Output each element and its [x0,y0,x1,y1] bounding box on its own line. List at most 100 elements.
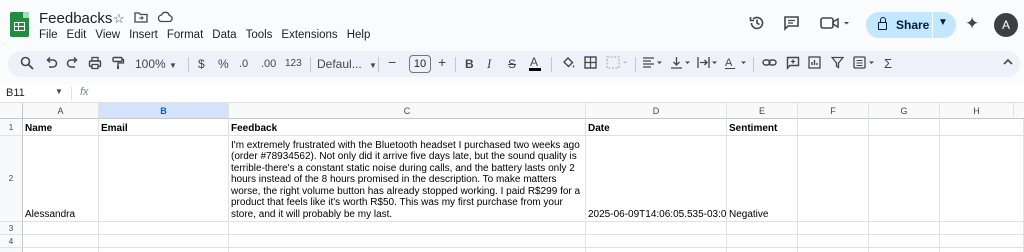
cell-e4[interactable] [727,235,798,248]
cell-d5[interactable] [586,248,727,252]
borders-icon[interactable] [584,56,597,73]
cell-f3[interactable] [798,222,869,235]
column-header-e[interactable]: E [727,103,798,119]
redo-icon[interactable] [66,56,80,74]
row-header-2[interactable]: 2 [0,136,23,222]
avatar[interactable]: A [994,13,1018,37]
cell-a3[interactable] [23,222,99,235]
cell-f4[interactable] [798,235,869,248]
comments-icon[interactable] [783,15,800,35]
cell-c4[interactable] [229,235,586,248]
cell-b5[interactable] [99,248,229,252]
cell-c2[interactable]: I'm extremely frustrated with the Blueto… [229,136,586,222]
more-formats-button[interactable]: 123 [285,56,302,72]
text-rotation-icon[interactable]: A [724,56,748,73]
menu-extensions[interactable]: Extensions [281,29,337,41]
cloud-saved-icon[interactable] [157,11,173,26]
italic-icon[interactable]: I [487,56,491,72]
name-box-caret-icon[interactable]: ▼ [55,87,63,96]
name-box[interactable]: B11 [6,87,25,99]
share-button[interactable]: Share ▼ [866,12,956,38]
insert-chart-icon[interactable] [808,56,821,73]
cell-a2[interactable]: Alessandra [23,136,99,222]
menu-file[interactable]: File [39,29,58,41]
cell-d4[interactable] [586,235,727,248]
font-family-select[interactable]: Defaul... ▼ [317,56,377,74]
insert-comment-icon[interactable] [786,56,800,74]
strikethrough-icon[interactable]: S [508,56,516,72]
row-header-3[interactable]: 3 [0,222,23,235]
cell-f1[interactable] [798,119,869,136]
meet-video-icon[interactable] [820,16,850,34]
cell-a5[interactable] [23,248,99,252]
column-header-c[interactable]: C [229,103,586,119]
column-header-b[interactable]: B [99,103,229,119]
cell-d1[interactable]: Date [586,119,727,136]
row-header-1[interactable]: 1 [0,119,23,136]
menu-data[interactable]: Data [212,29,236,41]
zoom-select[interactable]: 100% ▼ [135,56,177,74]
text-color-icon[interactable]: A [529,56,541,71]
cell-d3[interactable] [586,222,727,235]
cell-g3[interactable] [869,222,940,235]
cell-a1[interactable]: Name [23,119,99,136]
cell-b3[interactable] [99,222,229,235]
increase-font-size-icon[interactable]: + [438,54,446,70]
vertical-align-icon[interactable] [670,56,692,73]
row-header-5[interactable] [0,248,23,252]
currency-format-button[interactable]: $ [198,56,205,72]
percent-format-button[interactable]: % [218,56,229,72]
cell-b4[interactable] [99,235,229,248]
menu-view[interactable]: View [95,29,120,41]
horizontal-align-icon[interactable] [642,56,664,73]
cell-e3[interactable] [727,222,798,235]
cell-e2[interactable]: Negative [727,136,798,222]
decrease-font-size-icon[interactable]: − [388,54,396,70]
column-header-f[interactable]: F [798,103,869,119]
cell-f5[interactable] [798,248,869,252]
menu-format[interactable]: Format [167,29,203,41]
filter-views-icon[interactable] [853,56,877,73]
column-header-h[interactable]: H [940,103,1014,119]
cell-d2[interactable]: 2025-06-09T14:06:05.535-03:00 [586,136,727,222]
cell-g5[interactable] [869,248,940,252]
history-icon[interactable] [748,14,766,36]
row-header-4[interactable]: 4 [0,235,23,248]
print-icon[interactable] [88,56,102,74]
document-title[interactable]: Feedbacks [39,10,112,27]
increase-decimal-button[interactable]: .00 [261,56,276,72]
move-folder-icon[interactable] [134,11,148,26]
text-wrapping-icon[interactable] [697,56,719,73]
search-menus-icon[interactable] [20,56,34,74]
cell-h5[interactable] [940,248,1024,252]
functions-icon[interactable]: Σ [884,56,892,72]
gemini-sparkle-icon[interactable]: ✦ [965,14,979,34]
cell-h2[interactable] [940,136,1024,222]
cell-g2[interactable] [869,136,940,222]
cell-b2[interactable] [99,136,229,222]
menu-insert[interactable]: Insert [129,29,158,41]
sheets-logo-icon[interactable] [10,12,29,37]
insert-link-icon[interactable] [762,56,777,73]
column-header-g[interactable]: G [869,103,940,119]
cell-c3[interactable] [229,222,586,235]
cell-f2[interactable] [798,136,869,222]
filter-icon[interactable] [830,56,845,73]
cell-e5[interactable] [727,248,798,252]
bold-icon[interactable]: B [465,56,474,72]
cell-g1[interactable] [869,119,940,136]
collapse-toolbar-icon[interactable] [1002,56,1014,72]
fill-color-icon[interactable] [561,56,575,74]
decrease-decimal-button[interactable]: .0 [239,56,248,72]
column-header-a[interactable]: A [23,103,99,119]
select-all-corner[interactable] [0,103,23,119]
undo-icon[interactable] [44,56,58,74]
cell-c1[interactable]: Feedback [229,119,586,136]
share-dropdown-icon[interactable]: ▼ [938,17,948,28]
font-size-input[interactable]: 10 [409,55,431,73]
column-header-d[interactable]: D [586,103,727,119]
menu-tools[interactable]: Tools [246,29,273,41]
cell-c5[interactable] [229,248,586,252]
cell-e1[interactable]: Sentiment [727,119,798,136]
cell-b1[interactable]: Email [99,119,229,136]
